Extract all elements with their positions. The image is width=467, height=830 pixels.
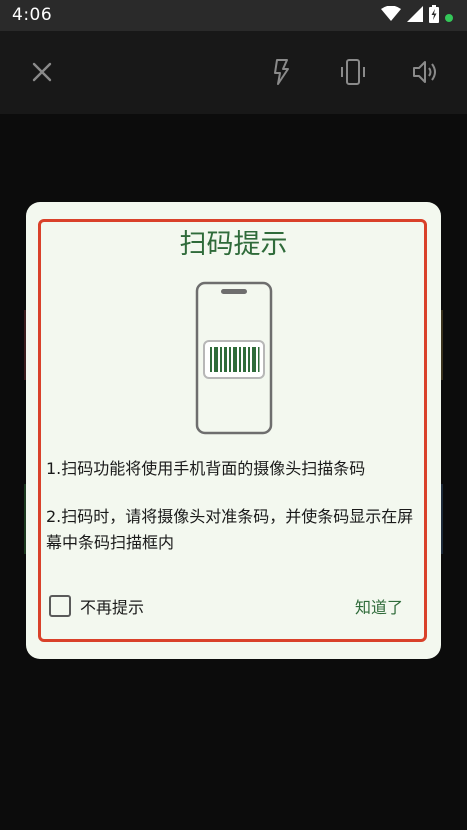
signal-icon	[407, 6, 423, 26]
dont-show-again-row[interactable]: 不再提示	[49, 594, 144, 618]
dialog-title: 扫码提示	[179, 229, 288, 260]
flash-icon[interactable]	[266, 57, 296, 87]
volume-icon[interactable]	[410, 57, 440, 87]
tip-align-barcode: 2.扫码时，请将摄像头对准条码，并使条码显示在屏幕中条码扫描框内	[46, 507, 414, 552]
tip-camera-usage: 1.扫码功能将使用手机背面的摄像头扫描条码	[46, 459, 366, 478]
status-icons	[381, 5, 453, 27]
close-icon[interactable]	[27, 57, 57, 87]
wifi-icon	[381, 5, 401, 26]
vibrate-icon[interactable]	[338, 57, 368, 87]
scan-tip-dialog: 扫码提示 1.扫码功能将使用手机背面的摄像头扫描条码 2.扫码时，请将摄像头对准…	[26, 202, 441, 659]
dont-show-again-label[interactable]: 不再提示	[80, 594, 144, 618]
status-bar: 4:06	[0, 0, 467, 31]
got-it-button[interactable]: 知道了	[355, 594, 403, 618]
scanner-toolbar	[0, 31, 467, 114]
battery-icon	[429, 5, 439, 27]
notification-dot-icon	[445, 7, 453, 26]
status-time: 4:06	[12, 5, 53, 25]
phone-barcode-illustration	[194, 280, 274, 436]
dont-show-again-checkbox[interactable]	[49, 595, 71, 617]
